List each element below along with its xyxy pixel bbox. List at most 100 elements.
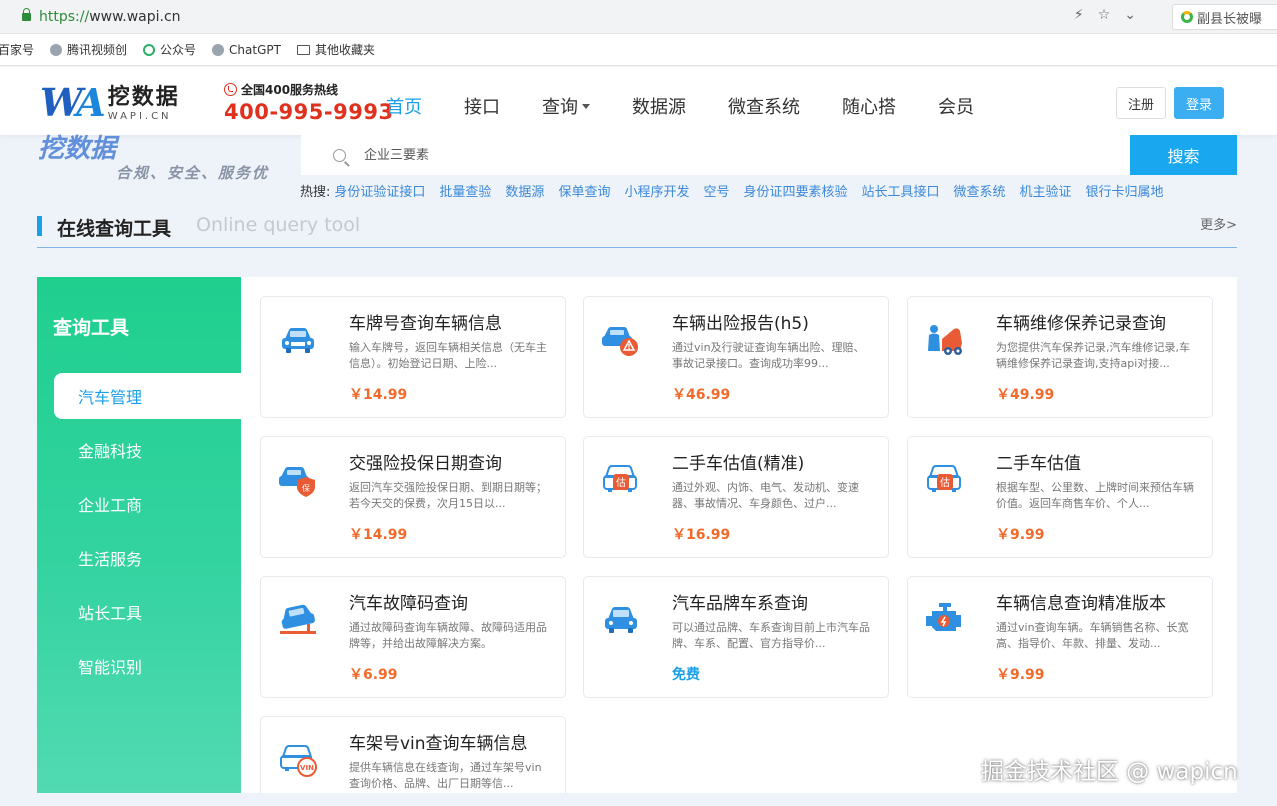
hotline-label: 全国400服务热线 bbox=[241, 83, 339, 97]
svg-text:VIN: VIN bbox=[300, 764, 314, 772]
card-title: 车牌号查询车辆信息 bbox=[349, 314, 502, 334]
card-title: 汽车故障码查询 bbox=[349, 594, 468, 614]
register-button[interactable]: 注册 bbox=[1116, 87, 1166, 119]
hot-item[interactable]: 空号 bbox=[703, 181, 729, 200]
hot-item[interactable]: 机主验证 bbox=[1020, 181, 1072, 200]
tool-card[interactable]: 车辆维修保养记录查询 为您提供汽车保养记录,汽车维修记录,车辆维修保养记录查询,… bbox=[907, 296, 1213, 418]
hot-item[interactable]: 站长工具接口 bbox=[862, 181, 940, 200]
site-logo[interactable]: WA 挖数据 WAPI.CN bbox=[40, 83, 180, 123]
svg-text:保: 保 bbox=[302, 483, 310, 493]
banner-slogan: 合规、安全、服务优 bbox=[116, 164, 270, 182]
hot-item[interactable]: 批量查验 bbox=[439, 181, 491, 200]
site-header: WA 挖数据 WAPI.CN 全国400服务热线 400-995-9993 首页… bbox=[0, 67, 1277, 135]
tool-card[interactable]: VIN 车架号vin查询车辆信息 提供车辆信息在线查询，通过车架号vin查询价格… bbox=[260, 716, 566, 793]
hot-item[interactable]: 身份证验证接口 bbox=[334, 181, 425, 200]
sidebar-item-life[interactable]: 生活服务 bbox=[54, 535, 241, 581]
hot-item[interactable]: 小程序开发 bbox=[624, 181, 689, 200]
sidebar-item-fintech[interactable]: 金融科技 bbox=[54, 427, 241, 473]
engine-icon bbox=[926, 603, 961, 631]
card-desc: 通过vin查询车辆。车辆销售名称、长宽高、指导价、年款、排量、发动... bbox=[996, 621, 1189, 650]
hot-search: 热搜: 身份证验证接口 批量查验 数据源 保单查询 小程序开发 空号 身份证四要… bbox=[300, 181, 1178, 200]
bookmarks-bar: 百家号 腾讯视频创 公众号 ChatGPT 其他收藏夹 bbox=[0, 34, 1277, 66]
car-insurance-icon: 保 bbox=[279, 467, 315, 497]
tool-card[interactable]: 汽车品牌车系查询 可以通过品牌、车系查询目前上市汽车品牌、车系、配置、官方指导价… bbox=[583, 576, 889, 698]
search-button[interactable]: 搜索 bbox=[1130, 135, 1237, 175]
card-desc: 根据车型、公里数、上牌时间来预估车辆价值。返回车商售车价、个人... bbox=[996, 481, 1194, 510]
hot-item[interactable]: 微查系统 bbox=[954, 181, 1006, 200]
login-button[interactable]: 登录 bbox=[1174, 87, 1224, 119]
sidebar-item-car[interactable]: 汽车管理 bbox=[54, 373, 241, 419]
sidebar-item-recognition[interactable]: 智能识别 bbox=[54, 643, 241, 689]
nav-suixinda[interactable]: 随心搭 bbox=[842, 93, 896, 119]
nav-home[interactable]: 首页 bbox=[386, 93, 422, 119]
tool-card[interactable]: 车辆出险报告(h5) 通过vin及行驶证查询车辆出险、理赔、事故记录接口。查询成… bbox=[583, 296, 889, 418]
nav-query[interactable]: 查询 bbox=[542, 93, 590, 119]
tool-card[interactable]: 汽车故障码查询 通过故障码查询车辆故障、故障码适用品牌等，并给出故障解决方案。 … bbox=[260, 576, 566, 698]
card-price: ￥14.99 bbox=[349, 527, 408, 543]
globe-icon bbox=[50, 43, 63, 56]
url-text[interactable]: https://www.wapi.cn bbox=[39, 9, 181, 25]
bookmark-item[interactable]: 百家号 bbox=[0, 41, 34, 58]
chevron-down-icon[interactable]: ⌄ bbox=[1124, 7, 1136, 23]
tool-card[interactable]: 估 二手车估值 根据车型、公里数、上牌时间来预估车辆价值。返回车商售车价、个人.… bbox=[907, 436, 1213, 558]
card-price: ￥16.99 bbox=[672, 527, 731, 543]
card-desc: 通过vin及行驶证查询车辆出险、理赔、事故记录接口。查询成功率99... bbox=[672, 341, 865, 370]
bookmark-item[interactable]: 腾讯视频创 bbox=[50, 41, 127, 58]
hot-item[interactable]: 数据源 bbox=[505, 181, 544, 200]
card-price: ￥14.99 bbox=[349, 387, 408, 403]
tool-card[interactable]: 保 交强险投保日期查询 返回汽车交强险投保日期、到期日期等；若今天交的保费，次月… bbox=[260, 436, 566, 558]
car-fault-icon bbox=[280, 604, 316, 634]
car-valuation-icon: 估 bbox=[603, 465, 637, 492]
tools-panel: 查询工具 汽车管理 金融科技 企业工商 生活服务 站长工具 智能识别 车牌号查询… bbox=[37, 277, 1237, 793]
caret-down-icon bbox=[582, 103, 590, 109]
bookmark-item[interactable]: ChatGPT bbox=[212, 43, 281, 57]
card-price: ￥9.99 bbox=[996, 667, 1045, 683]
lock-icon bbox=[22, 8, 31, 21]
phone-icon bbox=[224, 83, 237, 96]
bookmark-item[interactable]: 公众号 bbox=[143, 41, 196, 58]
tool-card[interactable]: 车辆信息查询精准版本 通过vin查询车辆。车辆销售名称、长宽高、指导价、年款、排… bbox=[907, 576, 1213, 698]
folder-icon bbox=[296, 44, 310, 55]
card-desc: 可以通过品牌、车系查询目前上市汽车品牌、车系、配置、官方指导价... bbox=[672, 621, 870, 650]
car-valuation-icon: 估 bbox=[927, 465, 961, 492]
globe-icon bbox=[212, 43, 225, 56]
card-price: 免费 bbox=[672, 667, 700, 683]
card-title: 交强险投保日期查询 bbox=[349, 454, 502, 474]
nav-api[interactable]: 接口 bbox=[464, 93, 500, 119]
extension-pill[interactable]: 副县长被曝 bbox=[1172, 4, 1277, 30]
hotline-number: 400-995-9993 bbox=[224, 100, 394, 124]
hot-label: 热搜: bbox=[300, 185, 331, 200]
bookmark-folder[interactable]: 其他收藏夹 bbox=[296, 41, 375, 58]
card-desc: 输入车牌号，返回车辆相关信息（无车主信息）。初始登记日期、上险... bbox=[349, 341, 547, 370]
more-link[interactable]: 更多> bbox=[1200, 214, 1237, 233]
car-vin-icon: VIN bbox=[280, 745, 317, 777]
sidebar-item-business[interactable]: 企业工商 bbox=[54, 481, 241, 527]
hot-item[interactable]: 身份证四要素核验 bbox=[743, 181, 847, 200]
car-front-icon bbox=[282, 328, 314, 353]
sidebar-item-webmaster[interactable]: 站长工具 bbox=[54, 589, 241, 635]
star-icon[interactable]: ☆ bbox=[1098, 7, 1111, 23]
section-heading: 在线查询工具 Online query tool 更多> bbox=[37, 212, 1237, 248]
section-bar bbox=[37, 216, 42, 236]
section-title: 在线查询工具 bbox=[57, 218, 172, 240]
url-box[interactable]: https://www.wapi.cn ⚡ ☆ ⌄ bbox=[6, 4, 1156, 30]
hot-item[interactable]: 保单查询 bbox=[558, 181, 610, 200]
tool-card[interactable]: 估 二手车估值(精准) 通过外观、内饰、电气、发动机、变速器、事故情况、车身颜色… bbox=[583, 436, 889, 558]
translate-icon[interactable]: ⚡ bbox=[1074, 7, 1084, 23]
tool-card[interactable]: 车牌号查询车辆信息 输入车牌号，返回车辆相关信息（无车主信息）。初始登记日期、上… bbox=[260, 296, 566, 418]
nav-weicha[interactable]: 微查系统 bbox=[728, 93, 800, 119]
logo-sub: WAPI.CN bbox=[107, 110, 172, 122]
card-title: 汽车品牌车系查询 bbox=[672, 594, 808, 614]
logo-name: 挖数据 bbox=[107, 84, 180, 110]
search-input[interactable] bbox=[364, 147, 1064, 163]
wechat-icon bbox=[143, 43, 156, 56]
hot-item[interactable]: 银行卡归属地 bbox=[1086, 181, 1164, 200]
hotline: 全国400服务热线 400-995-9993 bbox=[224, 81, 394, 124]
search-box bbox=[301, 135, 1131, 175]
logo-mark: WA bbox=[40, 80, 106, 125]
nav-datasource[interactable]: 数据源 bbox=[632, 93, 686, 119]
section-subtitle: Online query tool bbox=[196, 214, 361, 236]
nav-member[interactable]: 会员 bbox=[938, 93, 974, 119]
card-desc: 提供车辆信息在线查询，通过车架号vin查询价格、品牌、出厂日期等信... bbox=[349, 761, 542, 790]
card-desc: 为您提供汽车保养记录,汽车维修记录,车辆维修保养记录查询,支持api对接... bbox=[996, 341, 1190, 370]
